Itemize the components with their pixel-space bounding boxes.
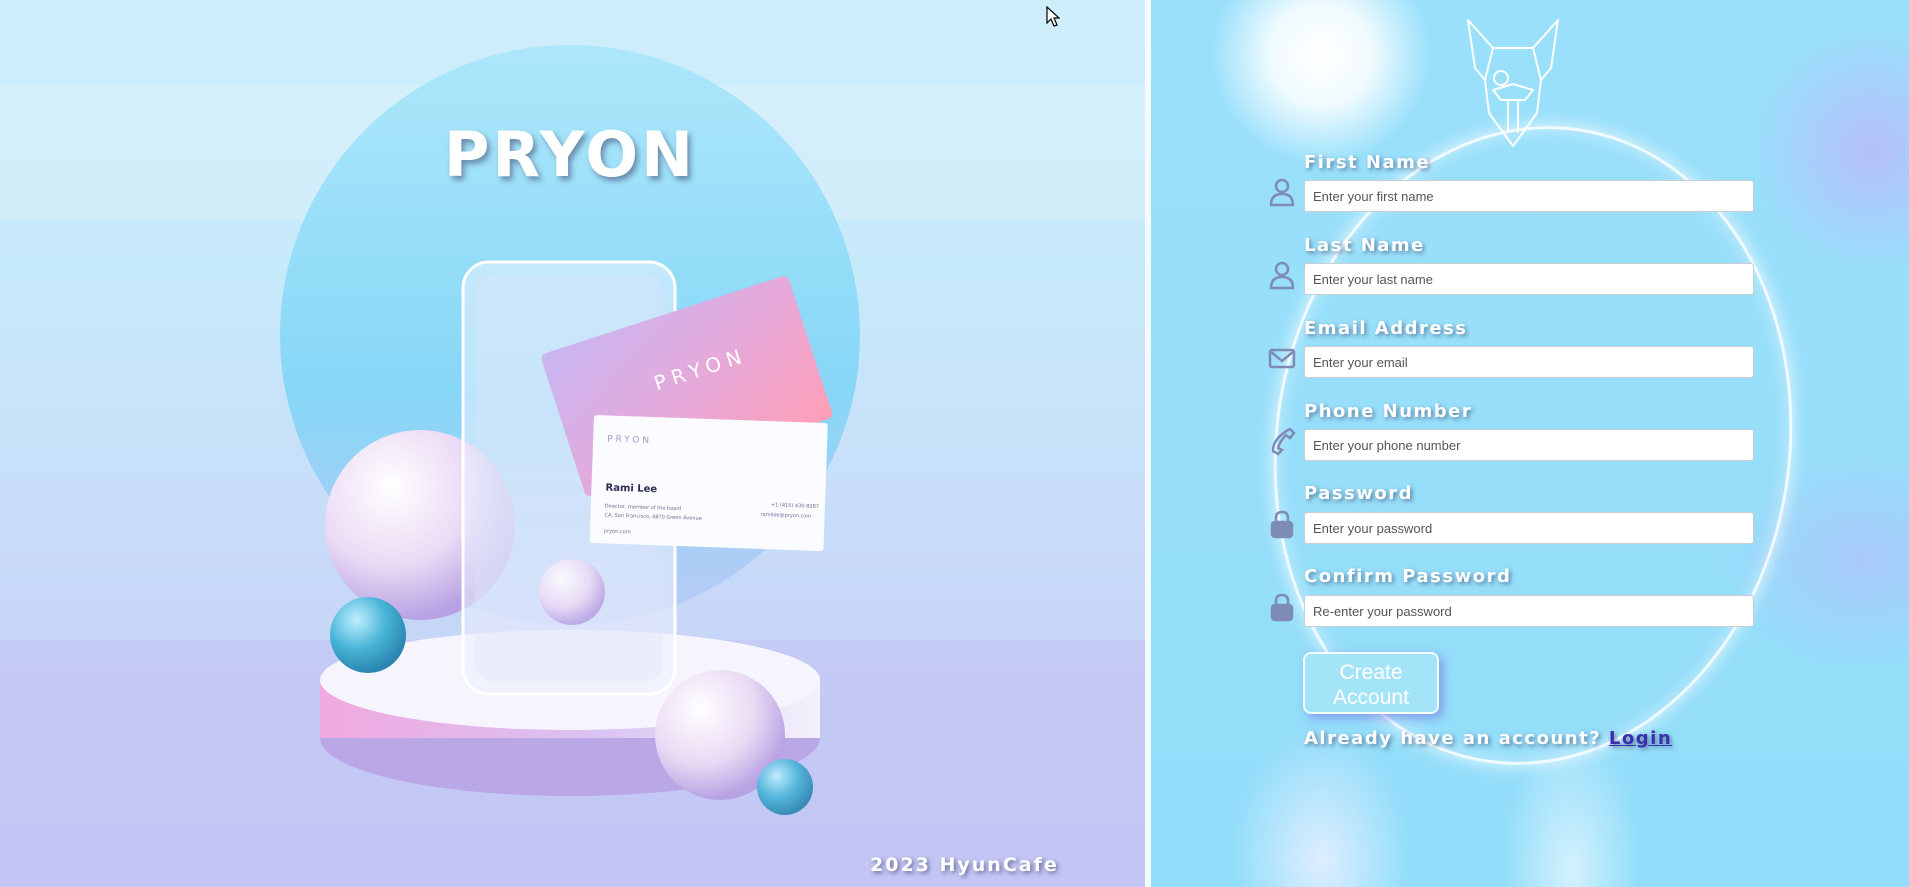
first-name-label: First Name: [1304, 152, 1431, 173]
card-site: pryon.com: [604, 528, 631, 535]
blue-sphere-left: [330, 597, 406, 673]
lock-icon: [1270, 593, 1294, 622]
password-label: Password: [1304, 483, 1414, 504]
phone-label: Phone Number: [1304, 401, 1473, 422]
last-name-label: Last Name: [1304, 235, 1425, 256]
dog-logo-icon: [1467, 19, 1559, 147]
phone-input[interactable]: [1304, 429, 1754, 461]
confirm-password-input[interactable]: [1304, 595, 1754, 627]
login-prompt-text: Already have an account?: [1304, 728, 1602, 749]
email-input[interactable]: [1304, 346, 1754, 378]
email-label: Email Address: [1304, 318, 1468, 339]
footer-copyright: 2023 HyunCafe: [870, 854, 1059, 876]
card-name: Rami Lee: [605, 482, 657, 495]
create-account-button[interactable]: Create Account: [1303, 652, 1439, 714]
brand-title: PRYON: [443, 118, 697, 191]
phone-icon: [1271, 427, 1296, 456]
login-prompt: Already have an account? Login: [1304, 728, 1672, 749]
login-link[interactable]: Login: [1609, 728, 1672, 749]
envelope-icon: [1268, 348, 1296, 369]
hero-panel: PRYON PRYON Rami Lee Director, member of…: [0, 0, 1145, 887]
user-icon: [1269, 261, 1295, 290]
password-input[interactable]: [1304, 512, 1754, 544]
blue-sphere-right: [757, 759, 813, 815]
lock-icon: [1270, 510, 1294, 539]
last-name-input[interactable]: [1304, 263, 1754, 295]
mouse-cursor-icon: [1046, 6, 1060, 27]
user-icon: [1269, 178, 1295, 207]
confirm-password-label: Confirm Password: [1304, 566, 1512, 587]
first-name-input[interactable]: [1304, 180, 1754, 212]
card-logo: PRYON: [607, 434, 652, 446]
